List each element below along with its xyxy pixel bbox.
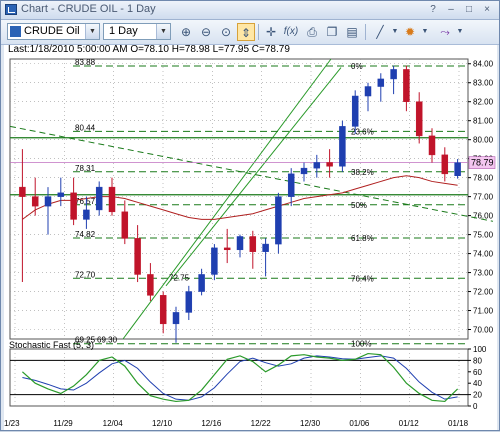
stochastic-tick-label: 80 bbox=[473, 356, 482, 365]
price-tick-label: 74.00 bbox=[473, 250, 494, 259]
date-tick-label: 01/12 bbox=[399, 419, 420, 428]
candle-body bbox=[185, 291, 193, 313]
candle-body bbox=[121, 211, 129, 239]
stochastic-tick-label: 0 bbox=[473, 402, 478, 411]
candle-body bbox=[147, 274, 154, 296]
price-tick-label: 78.00 bbox=[473, 174, 494, 183]
stochastic-tick-label: 60 bbox=[473, 368, 482, 377]
fib-price-label: 80.44 bbox=[75, 123, 96, 132]
fib-percent-label: 100% bbox=[351, 340, 371, 349]
candle-body bbox=[339, 126, 346, 167]
date-tick-label: 1/23 bbox=[4, 419, 20, 428]
date-tick-label: 12/16 bbox=[201, 419, 222, 428]
fib-percent-label: 38.2% bbox=[351, 168, 374, 177]
date-tick-label: 01/18 bbox=[448, 419, 469, 428]
candle-body bbox=[223, 247, 231, 251]
price-tick-label: 80.00 bbox=[473, 136, 494, 145]
stochastic-tick-label: 20 bbox=[473, 391, 482, 400]
candle-body bbox=[275, 196, 282, 245]
candle-body bbox=[83, 209, 90, 220]
candle-body bbox=[326, 162, 333, 167]
candle-body bbox=[454, 162, 461, 176]
candle-body bbox=[159, 295, 167, 325]
candle-body bbox=[403, 69, 410, 102]
current-price-label: 78.79 bbox=[471, 158, 494, 168]
date-tick-label: 12/04 bbox=[103, 419, 124, 428]
price-tick-label: 81.00 bbox=[473, 117, 494, 126]
fib-price-label: 76.57 bbox=[75, 197, 96, 206]
date-tick-label: 12/22 bbox=[251, 419, 272, 428]
candle-body bbox=[262, 243, 269, 252]
candle-body bbox=[236, 236, 244, 251]
fib-percent-label: 76.4% bbox=[351, 274, 374, 283]
candle-body bbox=[287, 173, 295, 197]
low-price-label: 69.30 bbox=[97, 336, 118, 345]
date-tick-label: 12/10 bbox=[152, 419, 173, 428]
date-tick-label: 01/06 bbox=[349, 419, 370, 428]
candle-body bbox=[300, 167, 308, 175]
indicator-label: Stochastic Fast (5, 3) bbox=[9, 340, 95, 350]
candle-body bbox=[198, 274, 205, 292]
fib-price-label: 83.88 bbox=[75, 58, 96, 67]
price-tick-label: 77.00 bbox=[473, 193, 494, 202]
candle-body bbox=[415, 101, 423, 137]
price-tick-label: 82.00 bbox=[473, 98, 494, 107]
stochastic-panel-frame bbox=[9, 348, 469, 407]
candle-body bbox=[70, 192, 77, 220]
fib-percent-label: 0% bbox=[351, 62, 363, 71]
candle-body bbox=[108, 186, 116, 213]
chart-window: Chart - CRUDE OIL - 1 Day ? – □ × CRUDE … bbox=[0, 0, 500, 431]
candle-body bbox=[31, 196, 39, 207]
candle-body bbox=[364, 86, 372, 97]
fib-price-label: 72.75 bbox=[169, 273, 190, 282]
candle-body bbox=[19, 186, 26, 197]
stochastic-tick-label: 100 bbox=[473, 345, 487, 354]
price-tick-label: 72.00 bbox=[473, 288, 494, 297]
date-tick-label: 12/30 bbox=[300, 419, 321, 428]
price-tick-label: 75.00 bbox=[473, 231, 494, 240]
candle-body bbox=[134, 238, 141, 275]
candle-body bbox=[390, 69, 397, 80]
candle-body bbox=[249, 236, 257, 252]
candle-body bbox=[377, 78, 385, 87]
candle-body bbox=[211, 247, 218, 275]
fib-percent-label: 23.6% bbox=[351, 127, 374, 136]
fib-price-label: 72.70 bbox=[75, 270, 96, 279]
price-chart[interactable]: 84.0083.0082.0081.0080.0079.0078.0077.00… bbox=[1, 1, 500, 432]
stochastic-tick-label: 40 bbox=[473, 379, 482, 388]
fib-price-label: 74.82 bbox=[75, 230, 96, 239]
price-tick-label: 84.00 bbox=[473, 60, 494, 69]
date-tick-label: 11/29 bbox=[53, 419, 73, 428]
candle-body bbox=[44, 196, 52, 207]
fib-percent-label: 50% bbox=[351, 201, 367, 210]
candle-body bbox=[313, 162, 321, 169]
fib-price-label: 78.31 bbox=[75, 164, 96, 173]
price-tick-label: 73.00 bbox=[473, 269, 494, 278]
price-tick-label: 70.00 bbox=[473, 326, 494, 335]
price-tick-label: 71.00 bbox=[473, 307, 494, 316]
candle-body bbox=[57, 192, 65, 197]
candle-body bbox=[95, 186, 103, 211]
candle-body bbox=[428, 135, 436, 156]
fib-percent-label: 61.8% bbox=[351, 234, 374, 243]
candle-body bbox=[172, 312, 180, 325]
candle-body bbox=[351, 95, 359, 127]
price-tick-label: 83.00 bbox=[473, 79, 494, 88]
candle-body bbox=[441, 154, 449, 175]
